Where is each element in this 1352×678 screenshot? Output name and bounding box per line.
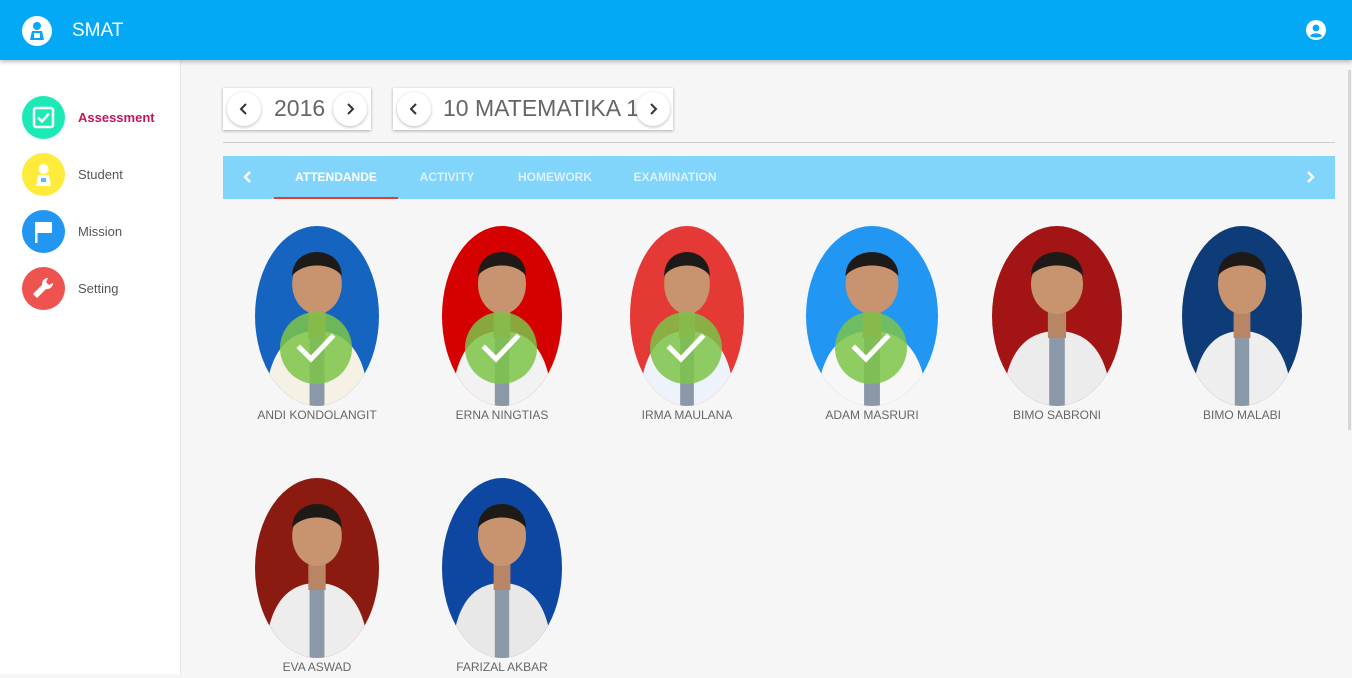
student-icon bbox=[22, 153, 65, 196]
class-selector: 10 MATEMATIKA 1 bbox=[393, 88, 673, 130]
tab-scroll-left-icon[interactable] bbox=[241, 170, 255, 184]
app-header: SMAT bbox=[0, 0, 1352, 60]
tab-attendande[interactable]: ATTENDANDE bbox=[274, 156, 398, 199]
sidebar-item-label: Assessment bbox=[78, 110, 155, 125]
class-prev-button[interactable] bbox=[397, 92, 431, 126]
tab-bar: ATTENDANDE ACTIVITY HOMEWORK EXAMINATION bbox=[223, 156, 1335, 199]
scrollbar[interactable] bbox=[1348, 70, 1351, 430]
student-card[interactable]: ANDI KONDOLANGIT bbox=[237, 226, 407, 426]
student-card[interactable]: ADAM MASRURI bbox=[792, 226, 962, 426]
sidebar-item-assessment[interactable]: Assessment bbox=[22, 96, 172, 140]
student-name: ADAM MASRURI bbox=[825, 408, 919, 422]
flag-icon bbox=[22, 210, 65, 253]
sidebar-item-label: Student bbox=[78, 167, 123, 182]
student-name: ANDI KONDOLANGIT bbox=[257, 408, 377, 422]
year-prev-button[interactable] bbox=[227, 92, 261, 126]
tab-activity[interactable]: ACTIVITY bbox=[403, 156, 491, 199]
chevron-right-icon bbox=[650, 103, 658, 115]
tab-examination[interactable]: EXAMINATION bbox=[621, 156, 729, 199]
checkmark-icon bbox=[835, 312, 907, 384]
student-photo bbox=[1182, 226, 1302, 406]
student-card[interactable]: EVA ASWAD bbox=[237, 478, 407, 678]
student-name: IRMA MAULANA bbox=[641, 408, 733, 422]
year-selector: 2016 bbox=[223, 88, 371, 130]
student-card[interactable]: FARIZAL AKBAR bbox=[422, 478, 592, 678]
student-name: BIMO SABRONI bbox=[1012, 408, 1101, 422]
chevron-left-icon bbox=[409, 103, 417, 115]
year-next-button[interactable] bbox=[333, 92, 367, 126]
tab-scroll-right-icon[interactable] bbox=[1303, 170, 1317, 184]
app-title: SMAT bbox=[72, 20, 124, 41]
student-name: FARIZAL AKBAR bbox=[456, 660, 548, 674]
tab-homework[interactable]: HOMEWORK bbox=[505, 156, 605, 199]
class-next-button[interactable] bbox=[636, 92, 670, 126]
account-icon[interactable] bbox=[1306, 20, 1326, 40]
student-card[interactable]: BIMO SABRONI bbox=[977, 226, 1147, 426]
student-name: ERNA NINGTIAS bbox=[455, 408, 549, 422]
chevron-right-icon bbox=[347, 103, 355, 115]
student-name: BIMO MALABI bbox=[1202, 408, 1282, 422]
wrench-icon bbox=[22, 267, 65, 310]
student-photo bbox=[255, 478, 379, 658]
main-content: 2016 10 MATEMATIKA 1 ATTENDANDE ACTIVITY… bbox=[181, 60, 1352, 674]
student-card[interactable]: BIMO MALABI bbox=[1162, 226, 1332, 426]
sidebar-item-setting[interactable]: Setting bbox=[22, 267, 172, 311]
sidebar: Assessment Student Mission Setting bbox=[0, 60, 181, 674]
divider bbox=[223, 142, 1335, 143]
student-photo bbox=[992, 226, 1122, 406]
student-card[interactable]: ERNA NINGTIAS bbox=[422, 226, 592, 426]
sidebar-item-mission[interactable]: Mission bbox=[22, 210, 172, 254]
checkbox-icon bbox=[22, 96, 65, 139]
checkmark-icon bbox=[280, 312, 352, 384]
app-logo-icon bbox=[22, 16, 52, 46]
sidebar-item-label: Setting bbox=[78, 281, 119, 296]
chevron-left-icon bbox=[239, 103, 247, 115]
year-value: 2016 bbox=[274, 95, 326, 121]
student-name: EVA ASWAD bbox=[282, 660, 352, 674]
checkmark-icon bbox=[465, 312, 537, 384]
sidebar-item-student[interactable]: Student bbox=[22, 153, 172, 197]
class-value: 10 MATEMATIKA 1 bbox=[443, 95, 639, 121]
checkmark-icon bbox=[650, 312, 722, 384]
sidebar-item-label: Mission bbox=[78, 224, 123, 239]
student-card[interactable]: IRMA MAULANA bbox=[607, 226, 777, 426]
student-photo bbox=[442, 478, 562, 658]
